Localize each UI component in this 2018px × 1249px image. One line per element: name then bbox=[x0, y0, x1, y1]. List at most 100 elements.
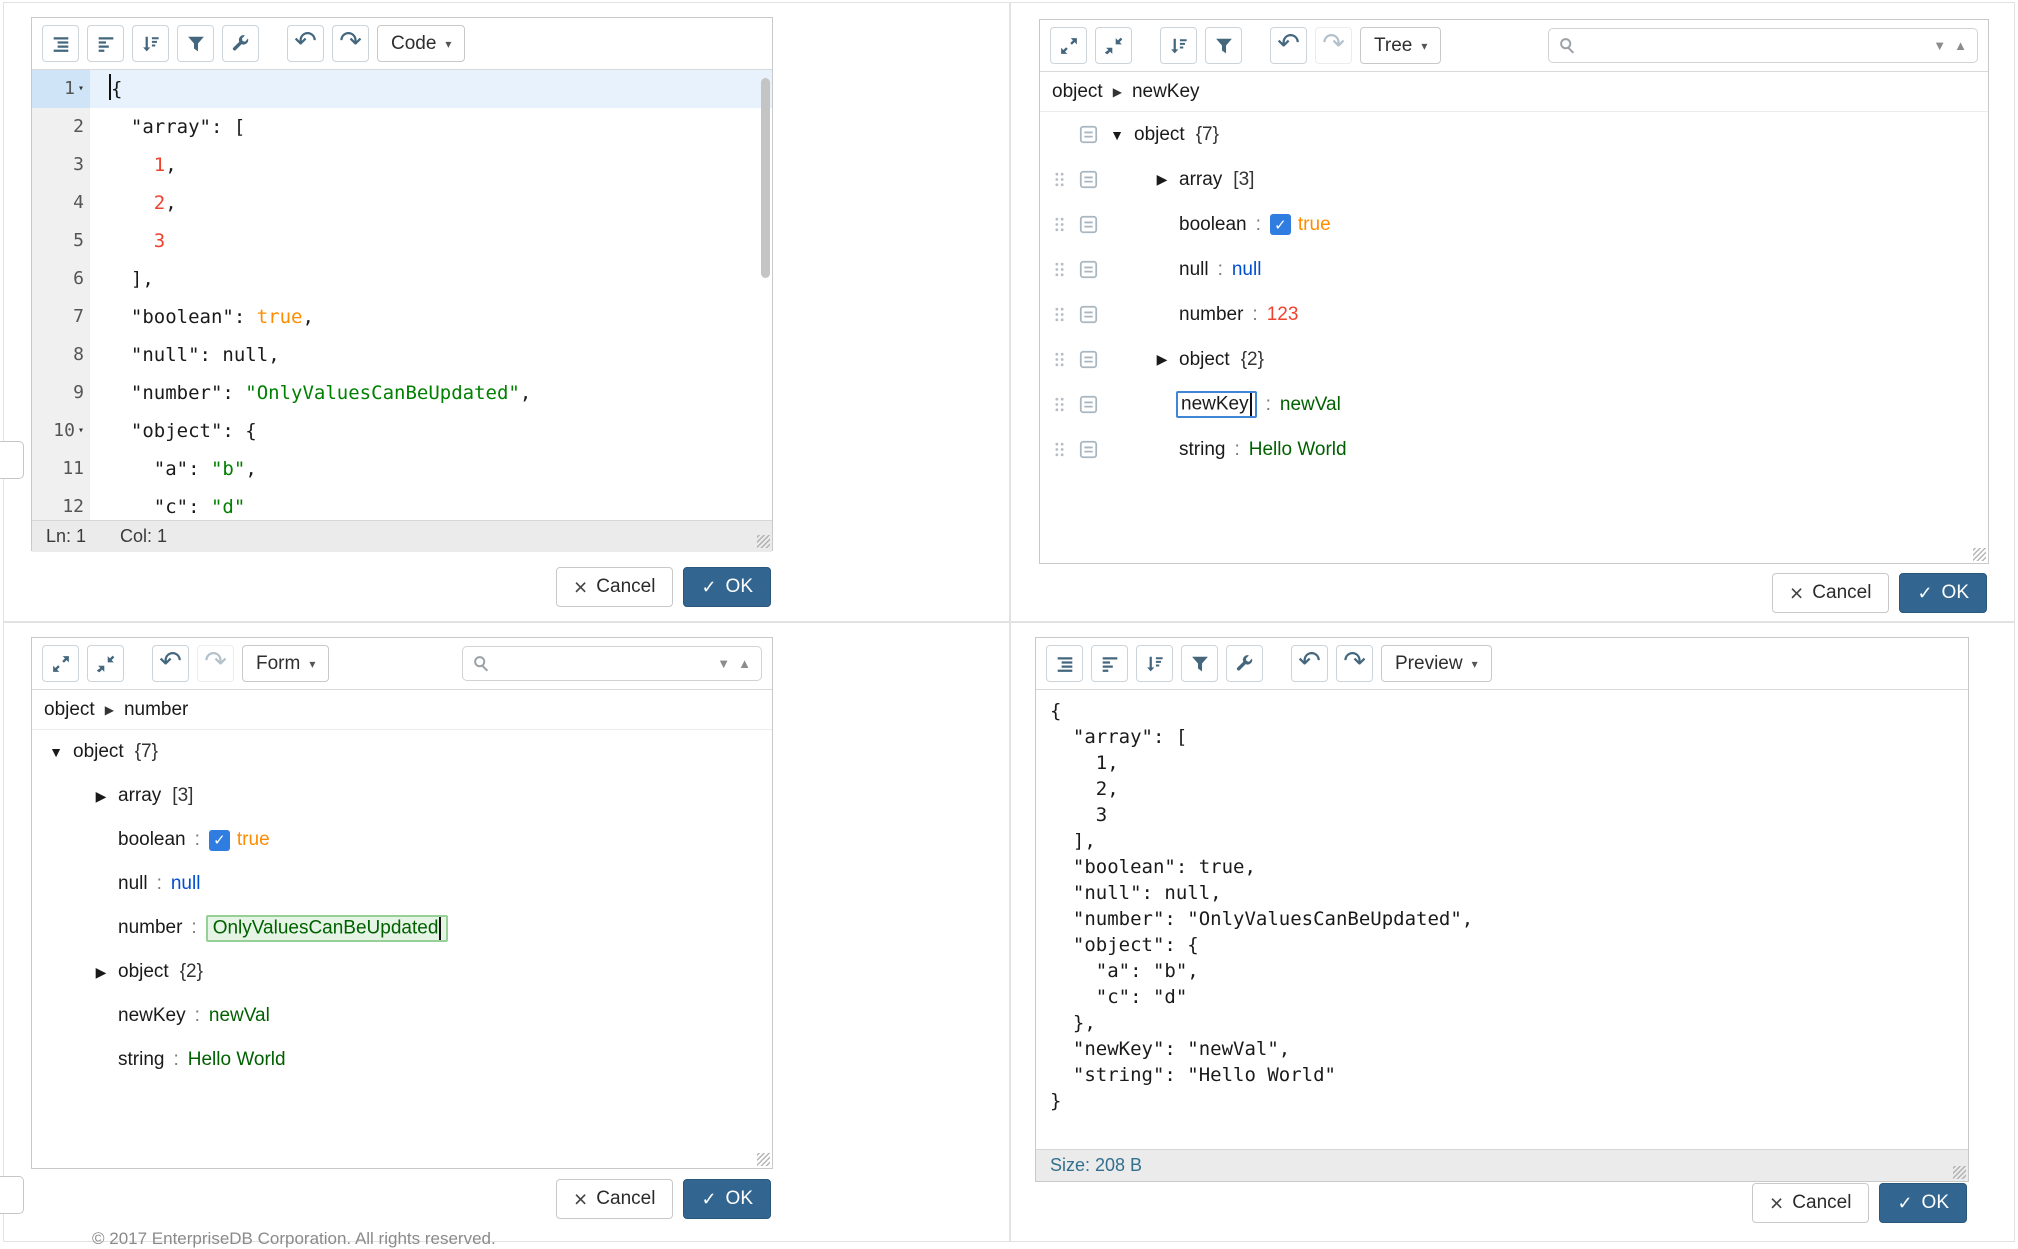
expand-all-button[interactable] bbox=[1050, 27, 1087, 64]
breadcrumb-root[interactable]: object bbox=[44, 699, 95, 721]
row-menu-button[interactable] bbox=[1077, 348, 1100, 371]
collapse-all-button[interactable] bbox=[1095, 27, 1132, 64]
field-name[interactable]: boolean bbox=[1179, 214, 1247, 236]
expand-all-button[interactable] bbox=[42, 645, 79, 682]
triangle-right-icon[interactable]: ▶ bbox=[91, 788, 111, 805]
row-menu-button[interactable] bbox=[1077, 438, 1100, 461]
code-editor-area[interactable]: 1▾{2 "array": [3 1,4 2,5 36 ],7 "boolean… bbox=[32, 70, 772, 520]
format-button[interactable] bbox=[42, 25, 79, 62]
compact-button[interactable] bbox=[1091, 645, 1128, 682]
search-input[interactable] bbox=[1584, 34, 1925, 57]
redo-button[interactable]: ↷ bbox=[1336, 645, 1373, 682]
drag-handle-icon[interactable] bbox=[1048, 306, 1070, 323]
field-name[interactable]: newKey bbox=[118, 1005, 186, 1027]
drag-handle-icon[interactable] bbox=[1048, 261, 1070, 278]
field-name[interactable]: newKey bbox=[1176, 391, 1257, 418]
drag-handle-icon[interactable] bbox=[1048, 396, 1070, 413]
format-button[interactable] bbox=[1046, 645, 1083, 682]
ok-button[interactable]: ✓ OK bbox=[1899, 573, 1987, 613]
drag-handle-icon[interactable] bbox=[1048, 441, 1070, 458]
triangle-down-icon[interactable]: ▼ bbox=[1107, 127, 1127, 143]
fold-arrow-icon[interactable]: ▾ bbox=[78, 70, 84, 108]
fold-arrow-icon[interactable]: ▾ bbox=[78, 412, 84, 450]
vertical-scrollbar[interactable] bbox=[760, 72, 770, 518]
field-name[interactable]: null bbox=[118, 873, 148, 895]
drag-handle-icon[interactable] bbox=[1048, 351, 1070, 368]
field-name[interactable]: array bbox=[1179, 169, 1222, 191]
sort-button[interactable] bbox=[1160, 27, 1197, 64]
row-menu-button[interactable] bbox=[1077, 213, 1100, 236]
field-name[interactable]: number bbox=[118, 917, 182, 939]
transform-button[interactable] bbox=[222, 25, 259, 62]
field-value[interactable]: 123 bbox=[1267, 304, 1299, 326]
redo-button[interactable]: ↷ bbox=[332, 25, 369, 62]
field-value[interactable]: newVal bbox=[209, 1005, 270, 1027]
field-value[interactable]: null bbox=[171, 873, 201, 895]
row-menu-button[interactable] bbox=[1077, 393, 1100, 416]
field-value[interactable]: true bbox=[237, 829, 270, 851]
resize-grip[interactable] bbox=[1953, 1166, 1966, 1179]
row-menu-button[interactable] bbox=[1077, 258, 1100, 281]
compact-button[interactable] bbox=[87, 25, 124, 62]
breadcrumb-root[interactable]: object bbox=[1052, 81, 1103, 103]
ok-button[interactable]: ✓ OK bbox=[1879, 1183, 1967, 1223]
ok-button[interactable]: ✓ OK bbox=[683, 1179, 771, 1219]
row-menu-button[interactable] bbox=[1077, 168, 1100, 191]
row-menu-button[interactable] bbox=[1077, 303, 1100, 326]
cancel-button[interactable]: × Cancel bbox=[556, 567, 674, 607]
mode-dropdown-code[interactable]: Code ▾ bbox=[377, 25, 465, 62]
boolean-checkbox[interactable]: ✓ bbox=[209, 830, 230, 851]
redo-button[interactable]: ↷ bbox=[1315, 27, 1352, 64]
field-name[interactable]: array bbox=[118, 785, 161, 807]
search-input[interactable] bbox=[498, 652, 709, 675]
mode-dropdown-preview[interactable]: Preview ▾ bbox=[1381, 645, 1492, 682]
field-value[interactable]: Hello World bbox=[1249, 439, 1347, 461]
field-name[interactable]: null bbox=[1179, 259, 1209, 281]
field-name[interactable]: string bbox=[1179, 439, 1225, 461]
resize-grip[interactable] bbox=[1973, 548, 1986, 561]
ok-button[interactable]: ✓ OK bbox=[683, 567, 771, 607]
field-name[interactable]: object bbox=[1179, 349, 1230, 371]
field-value[interactable]: true bbox=[1298, 214, 1331, 236]
filter-button[interactable] bbox=[1181, 645, 1218, 682]
field-value[interactable]: null bbox=[1232, 259, 1262, 281]
field-name[interactable]: number bbox=[1179, 304, 1243, 326]
row-menu-button[interactable] bbox=[1077, 123, 1100, 146]
resize-grip[interactable] bbox=[757, 1153, 770, 1166]
resize-grip[interactable] bbox=[757, 535, 770, 548]
collapse-all-button[interactable] bbox=[87, 645, 124, 682]
search-prev-icon[interactable]: ▲ bbox=[1954, 38, 1967, 53]
search-prev-icon[interactable]: ▲ bbox=[738, 656, 751, 671]
undo-button[interactable]: ↶ bbox=[287, 25, 324, 62]
redo-button[interactable]: ↷ bbox=[197, 645, 234, 682]
search-next-icon[interactable]: ▼ bbox=[1933, 38, 1946, 53]
cancel-button[interactable]: × Cancel bbox=[1752, 1183, 1870, 1223]
cancel-button[interactable]: × Cancel bbox=[1772, 573, 1890, 613]
field-name[interactable]: string bbox=[118, 1049, 164, 1071]
field-name[interactable]: object bbox=[1134, 124, 1185, 146]
filter-button[interactable] bbox=[177, 25, 214, 62]
undo-button[interactable]: ↶ bbox=[152, 645, 189, 682]
search-next-icon[interactable]: ▼ bbox=[717, 656, 730, 671]
filter-button[interactable] bbox=[1205, 27, 1242, 64]
triangle-right-icon[interactable]: ▶ bbox=[91, 964, 111, 981]
breadcrumb-current[interactable]: newKey bbox=[1132, 81, 1200, 103]
breadcrumb-current[interactable]: number bbox=[124, 699, 188, 721]
scrollbar-thumb[interactable] bbox=[761, 78, 770, 278]
field-value[interactable]: Hello World bbox=[188, 1049, 286, 1071]
sort-button[interactable] bbox=[1136, 645, 1173, 682]
field-name[interactable]: boolean bbox=[118, 829, 186, 851]
triangle-right-icon[interactable]: ▶ bbox=[1152, 351, 1172, 368]
mode-dropdown-form[interactable]: Form ▾ bbox=[242, 645, 329, 682]
triangle-down-icon[interactable]: ▼ bbox=[46, 744, 66, 760]
sort-button[interactable] bbox=[132, 25, 169, 62]
field-name[interactable]: object bbox=[73, 741, 124, 763]
triangle-right-icon[interactable]: ▶ bbox=[1152, 171, 1172, 188]
transform-button[interactable] bbox=[1226, 645, 1263, 682]
undo-button[interactable]: ↶ bbox=[1291, 645, 1328, 682]
drag-handle-icon[interactable] bbox=[1048, 171, 1070, 188]
undo-button[interactable]: ↶ bbox=[1270, 27, 1307, 64]
field-name[interactable]: object bbox=[118, 961, 169, 983]
field-value[interactable]: OnlyValuesCanBeUpdated bbox=[206, 915, 449, 942]
mode-dropdown-tree[interactable]: Tree ▾ bbox=[1360, 27, 1441, 64]
